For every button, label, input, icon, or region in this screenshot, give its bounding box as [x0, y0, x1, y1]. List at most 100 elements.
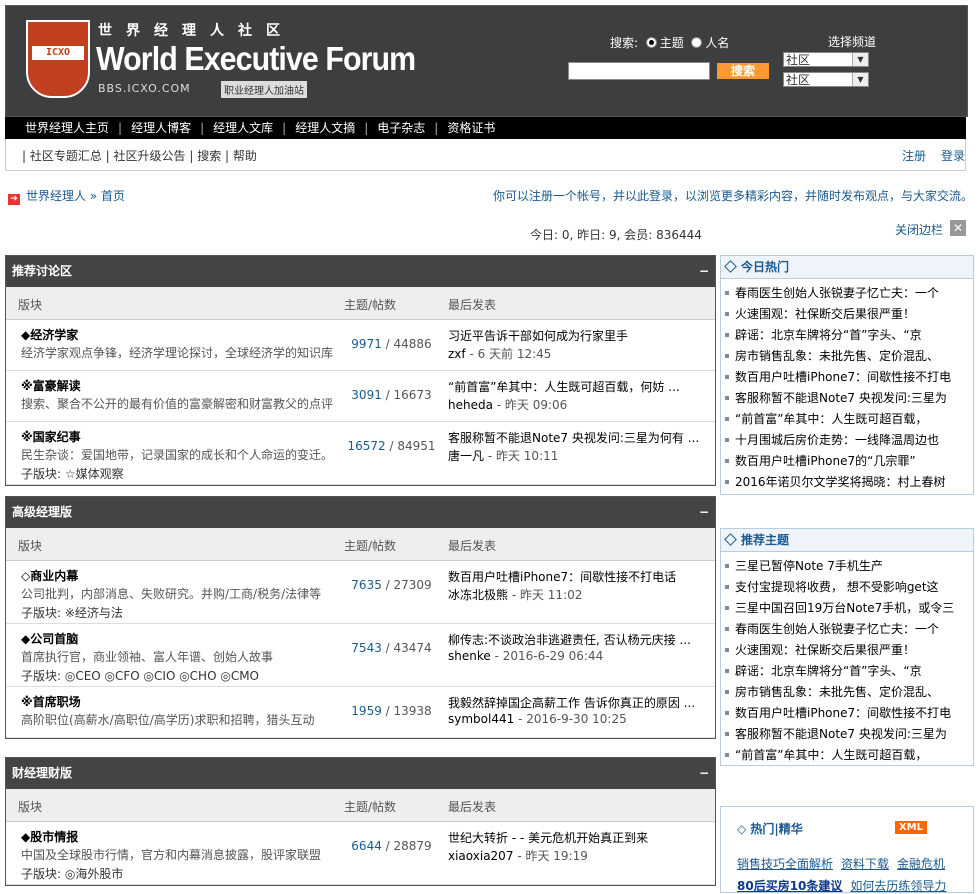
sidebar-list-item[interactable]: 辟谣：北京车牌将分“首”字头、“京	[725, 661, 973, 682]
collapse-icon[interactable]: −	[699, 256, 709, 287]
sidebar-list-item[interactable]: 火速围观：社保断交后果很严重！	[725, 304, 973, 325]
last-post-title[interactable]: “前首富”牟其中：人生既可超百载，何妨 ...	[448, 378, 703, 395]
forum-name[interactable]: ◇商业内幕	[21, 567, 78, 584]
section-header[interactable]: 财经理财版 −	[6, 758, 715, 789]
last-post-user[interactable]: zxf	[448, 347, 466, 361]
subforum-list[interactable]: 子版块: ◎海外股市	[21, 865, 123, 882]
section-title[interactable]: 财经理财版	[12, 766, 72, 780]
sidebar-item-text[interactable]: 客服称暂不能退Note7 央视发问:三星为	[735, 391, 947, 405]
search-button[interactable]: 搜索	[717, 63, 769, 79]
last-post-title[interactable]: 客服称暂不能退Note7 央视发问:三星为何有 ...	[448, 429, 703, 446]
collapse-icon[interactable]: −	[699, 758, 709, 789]
nav-item-certificate[interactable]: 资格证书	[438, 117, 504, 139]
hot-essence-link[interactable]: 金融危机	[897, 857, 945, 871]
subforum-list[interactable]: 子版块: ☆媒体观察	[21, 465, 124, 482]
sidebar-list-item[interactable]: 火速围观：社保断交后果很严重！	[725, 640, 973, 661]
sub-nav-links[interactable]: | 社区专题汇总 | 社区升级公告 | 搜索 | 帮助	[22, 147, 257, 164]
sidebar-item-text[interactable]: 房市销售乱象：未批先售、定价混乱、	[735, 685, 939, 699]
sidebar-item-text[interactable]: 数百用户吐槽iPhone7：间歇性接不打电	[735, 706, 951, 720]
xml-feed-badge[interactable]: XML	[895, 821, 927, 834]
last-post-user[interactable]: 冰冻北极熊	[448, 588, 508, 602]
last-post-title[interactable]: 世纪大转折 - - 美元危机开始真正到来	[448, 829, 703, 846]
chevron-down-icon[interactable]: ▼	[852, 73, 868, 86]
sidebar-item-text[interactable]: 辟谣：北京车牌将分“首”字头、“京	[735, 328, 922, 342]
hot-essence-link[interactable]: 资料下载	[841, 857, 889, 871]
forum-name[interactable]: ※国家纪事	[21, 428, 81, 445]
last-post-title[interactable]: 柳传志:不谈政治非逃避责任, 否认杨元庆接 ...	[448, 631, 703, 648]
sidebar-item-text[interactable]: 三星已暂停Note 7手机生产	[735, 559, 883, 573]
section-title[interactable]: 高级经理版	[12, 505, 72, 519]
sidebar-list-item[interactable]: “前首富”牟其中：人生既可超百载，	[725, 409, 973, 430]
nav-item-magazine[interactable]: 电子杂志	[368, 117, 434, 139]
sidebar-item-text[interactable]: 春雨医生创始人张锐妻子忆亡夫：一个	[735, 622, 939, 636]
subforum-list[interactable]: 子版块: ※经济与法	[21, 604, 123, 621]
sidebar-list-item[interactable]: 房市销售乱象：未批先售、定价混乱、	[725, 346, 973, 367]
sidebar-list-item[interactable]: 数百用户吐槽iPhone7：间歇性接不打电	[725, 703, 973, 724]
nav-item-digest[interactable]: 经理人文摘	[286, 117, 364, 139]
login-link[interactable]: 登录	[941, 147, 965, 164]
chevron-down-icon[interactable]: ▼	[852, 53, 868, 66]
forum-name[interactable]: ◆公司首脑	[21, 630, 78, 647]
sidebar-item-text[interactable]: “前首富”牟其中：人生既可超百载，	[735, 412, 927, 426]
sidebar-item-text[interactable]: 数百用户吐槽iPhone7：间歇性接不打电	[735, 370, 951, 384]
last-post-title[interactable]: 数百用户吐槽iPhone7：间歇性接不打电话	[448, 568, 703, 585]
sidebar-list-item[interactable]: 数百用户吐槽iPhone7的“几宗罪”	[725, 451, 973, 472]
sidebar-list-item[interactable]: “前首富”牟其中：人生既可超百载，	[725, 745, 973, 766]
sidebar-list-item[interactable]: 2016年诺贝尔文学奖将揭晓：村上春树	[725, 472, 973, 493]
sidebar-item-text[interactable]: 支付宝提现将收费， 想不受影响get这	[735, 580, 939, 594]
section-header[interactable]: 推荐讨论区 −	[6, 256, 715, 287]
sidebar-list-item[interactable]: 三星已暂停Note 7手机生产	[725, 556, 973, 577]
forum-name[interactable]: ※首席职场	[21, 693, 81, 710]
register-notice[interactable]: 你可以注册一个帐号，并以此登录，以浏览更多精彩内容，并随时发布观点，与大家交流。	[493, 187, 973, 204]
sidebar-item-text[interactable]: 数百用户吐槽iPhone7的“几宗罪”	[735, 454, 916, 468]
site-logo[interactable]: ICXO	[26, 20, 90, 98]
sidebar-list-item[interactable]: 房市销售乱象：未批先售、定价混乱、	[725, 682, 973, 703]
section-title[interactable]: 推荐讨论区	[12, 264, 72, 278]
sidebar-item-text[interactable]: 客服称暂不能退Note7 央视发问:三星为	[735, 727, 947, 741]
register-link[interactable]: 注册	[902, 147, 926, 164]
forum-name[interactable]: ※富豪解读	[21, 377, 81, 394]
sidebar-item-text[interactable]: 房市销售乱象：未批先售、定价混乱、	[735, 349, 939, 363]
channel-select-2[interactable]: 社区 ▼	[783, 72, 869, 87]
sidebar-list-item[interactable]: 数百用户吐槽iPhone7：间歇性接不打电	[725, 367, 973, 388]
radio-user[interactable]	[691, 37, 703, 48]
sidebar-list-item[interactable]: 春雨医生创始人张锐妻子忆亡夫：一个	[725, 619, 973, 640]
close-sidebar-link[interactable]: 关闭边栏	[895, 221, 943, 238]
sidebar-list-item[interactable]: 春雨医生创始人张锐妻子忆亡夫：一个	[725, 283, 973, 304]
collapse-icon[interactable]: −	[699, 497, 709, 528]
sidebar-item-text[interactable]: 春雨医生创始人张锐妻子忆亡夫：一个	[735, 286, 939, 300]
sidebar-item-text[interactable]: 辟谣：北京车牌将分“首”字头、“京	[735, 664, 922, 678]
close-icon[interactable]: ✕	[950, 220, 966, 236]
radio-topic[interactable]	[645, 37, 657, 48]
forum-name[interactable]: ◆股市情报	[21, 828, 78, 845]
forum-name[interactable]: ◆经济学家	[21, 326, 78, 343]
last-post-user[interactable]: symbol441	[448, 712, 514, 726]
sidebar-item-text[interactable]: “前首富”牟其中：人生既可超百载，	[735, 748, 927, 762]
last-post-title[interactable]: 我毅然辞掉国企高薪工作 告诉你真正的原因 ...	[448, 694, 703, 711]
hot-essence-link[interactable]: 销售技巧全面解析	[737, 857, 833, 871]
last-post-user[interactable]: shenke	[448, 649, 491, 663]
search-input[interactable]	[568, 62, 710, 80]
sidebar-item-text[interactable]: 十月围城后房价走势：一线降温周边也	[735, 433, 939, 447]
sidebar-list-item[interactable]: 支付宝提现将收费， 想不受影响get这	[725, 577, 973, 598]
section-header[interactable]: 高级经理版 −	[6, 497, 715, 528]
last-post-title[interactable]: 习近平告诉干部如何成为行家里手	[448, 327, 703, 344]
sidebar-list-item[interactable]: 辟谣：北京车牌将分“首”字头、“京	[725, 325, 973, 346]
radio-topic-label[interactable]: 主题	[660, 36, 684, 50]
last-post-user[interactable]: xiaoxia207	[448, 849, 513, 863]
breadcrumb-text[interactable]: 世界经理人 » 首页	[26, 189, 125, 203]
sidebar-list-item[interactable]: 客服称暂不能退Note7 央视发问:三星为	[725, 724, 973, 745]
nav-item-home[interactable]: 世界经理人主页	[5, 117, 118, 139]
sidebar-item-text[interactable]: 三星中国召回19万台Note7手机，或令三	[735, 601, 954, 615]
sidebar-item-text[interactable]: 火速围观：社保断交后果很严重！	[735, 643, 915, 657]
sidebar-item-text[interactable]: 火速围观：社保断交后果很严重！	[735, 307, 915, 321]
sidebar-item-text[interactable]: 2016年诺贝尔文学奖将揭晓：村上春树	[735, 475, 946, 489]
radio-user-label[interactable]: 人名	[705, 36, 729, 50]
sidebar-list-item[interactable]: 三星中国召回19万台Note7手机，或令三	[725, 598, 973, 619]
channel-select-1[interactable]: 社区 ▼	[783, 52, 869, 67]
nav-item-library[interactable]: 经理人文库	[204, 117, 282, 139]
last-post-user[interactable]: heheda	[448, 398, 493, 412]
sidebar-list-item[interactable]: 客服称暂不能退Note7 央视发问:三星为	[725, 388, 973, 409]
sidebar-list-item[interactable]: 十月围城后房价走势：一线降温周边也	[725, 430, 973, 451]
last-post-user[interactable]: 唐一凡	[448, 449, 484, 463]
